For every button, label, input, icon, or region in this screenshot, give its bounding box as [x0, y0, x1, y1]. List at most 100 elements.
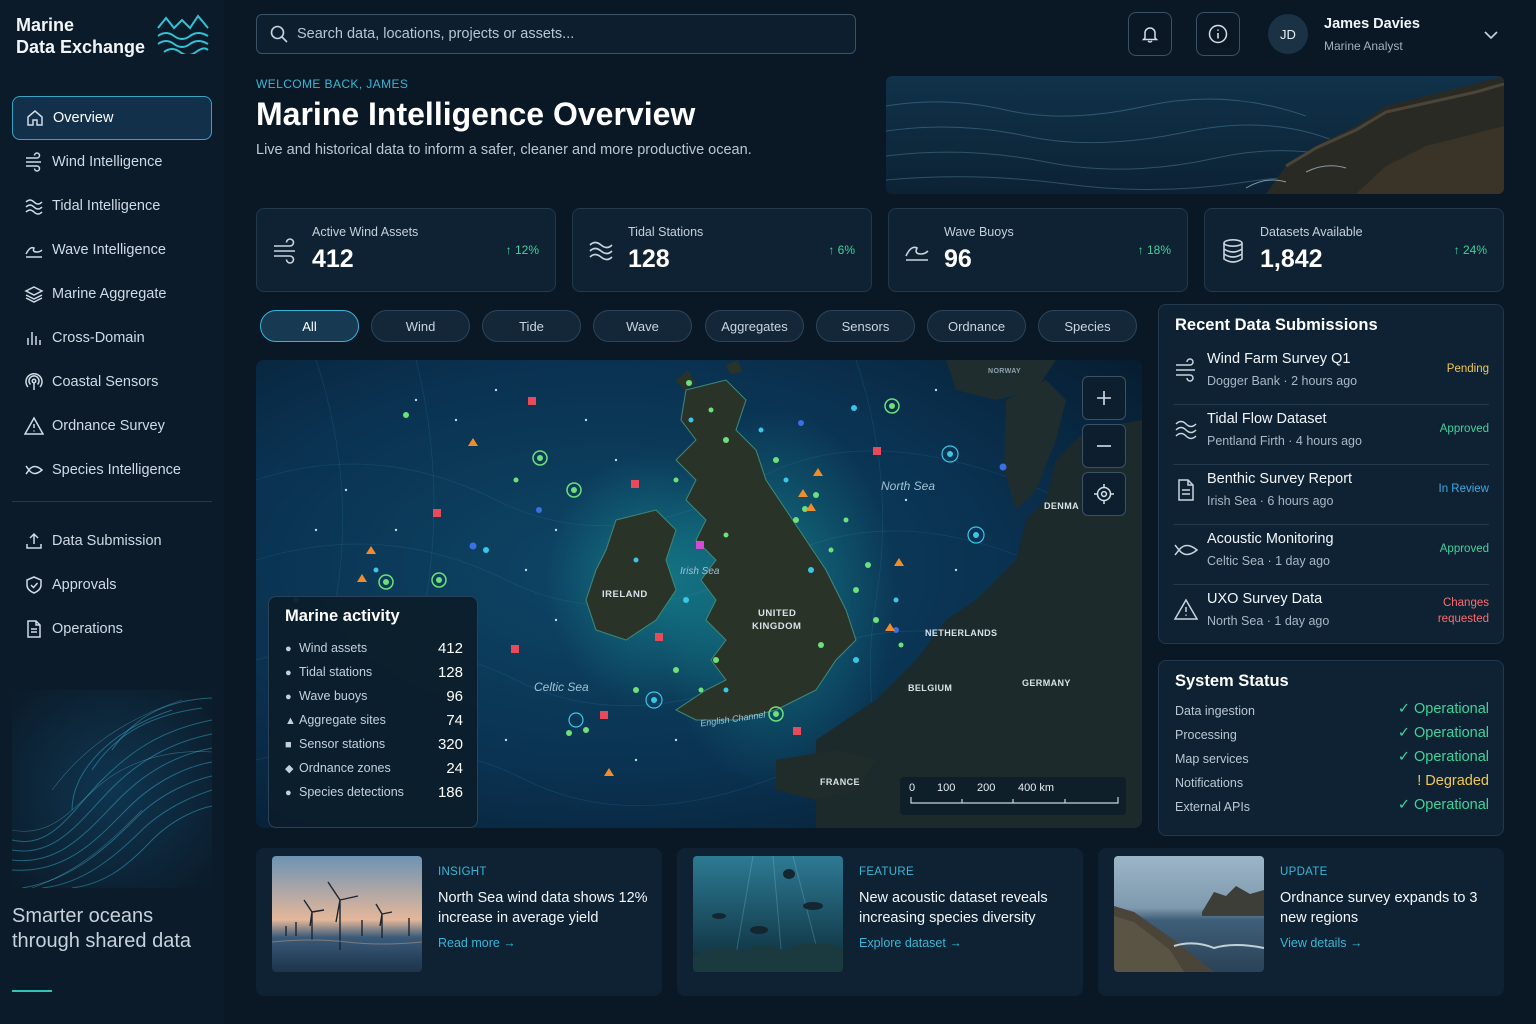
crosshair-icon	[1094, 484, 1114, 504]
marine-activity-legend: Marine activity ● Wind assets 412 ● Tidal s…	[268, 596, 478, 828]
sidebar-item-label: Wind Intelligence	[52, 154, 163, 170]
waves-icon	[24, 196, 44, 216]
shield-check-icon	[24, 575, 44, 595]
system-name: Data ingestion	[1175, 704, 1255, 718]
notifications-button[interactable]	[1128, 12, 1172, 56]
tagline-underline	[12, 990, 52, 992]
submission-name: Benthic Survey Report	[1207, 471, 1353, 487]
legend-label: Tidal stations	[299, 665, 373, 679]
legend-row-species[interactable]: ● Species detections 186	[285, 784, 463, 809]
system-name: External APIs	[1175, 800, 1251, 814]
submission-row[interactable]: Wind Farm Survey Q1 Dogger Bank · 2 hour…	[1173, 345, 1489, 405]
stat-card-wind-assets[interactable]: Active Wind Assets 412 ↑ 12%	[256, 208, 556, 292]
sidebar-item-coastal-sensors[interactable]: Coastal Sensors	[12, 360, 212, 404]
diamond-icon: ◆	[285, 763, 294, 775]
stat-label: Active Wind Assets	[312, 225, 419, 239]
zoom-out-button[interactable]	[1082, 424, 1126, 468]
stat-delta: ↑ 18%	[1137, 243, 1171, 257]
legend-row-wind[interactable]: ● Wind assets 412	[285, 640, 463, 665]
legend-row-tidal[interactable]: ● Tidal stations 128	[285, 664, 463, 689]
stat-card-tidal-stations[interactable]: Tidal Stations 128 ↑ 6%	[572, 208, 872, 292]
scale-label: 100	[937, 782, 956, 794]
locate-button[interactable]	[1082, 472, 1126, 516]
stat-card-datasets[interactable]: Datasets Available 1,842 ↑ 24%	[1204, 208, 1504, 292]
sidebar-item-marine-aggregate[interactable]: Marine Aggregate	[12, 272, 212, 316]
system-name: Processing	[1175, 728, 1237, 742]
info-button[interactable]	[1196, 12, 1240, 56]
read-more-link[interactable]: Read more →	[438, 936, 516, 950]
sidebar-item-overview[interactable]: Overview	[12, 96, 212, 140]
news-card-insight[interactable]: INSIGHT North Sea wind data shows 12% in…	[256, 848, 662, 996]
filter-chip-wind[interactable]: Wind	[371, 310, 470, 342]
sidebar-item-wave-intelligence[interactable]: Wave Intelligence	[12, 228, 212, 272]
waves-icon	[1173, 417, 1199, 448]
legend-row-ordnance[interactable]: ◆ Ordnance zones 24	[285, 760, 463, 785]
sidebar-item-label: Cross-Domain	[52, 330, 145, 346]
news-card-update[interactable]: UPDATE Ordnance survey expands to 3 new …	[1098, 848, 1504, 996]
sidebar-item-wind-intelligence[interactable]: Wind Intelligence	[12, 140, 212, 184]
legend-row-sensor[interactable]: ■ Sensor stations 320	[285, 736, 463, 761]
scale-label: 0	[909, 782, 916, 794]
news-card-feature[interactable]: FEATURE New acoustic dataset reveals inc…	[677, 848, 1083, 996]
sidebar-item-species-intelligence[interactable]: Species Intelligence	[12, 448, 212, 492]
sidebar-item-label: Approvals	[52, 577, 117, 593]
status-badge: In Review	[1438, 483, 1490, 495]
brand-logo-area[interactable]: Marine Data Exchange	[16, 14, 216, 64]
submission-row[interactable]: UXO Survey Data North Sea · 1 day ago Ch…	[1173, 585, 1489, 645]
system-status-panel: System Status Data ingestion ✓ Operationa…	[1158, 660, 1504, 836]
sidebar-item-operations[interactable]: Operations	[12, 607, 212, 651]
sidebar-item-ordnance-survey[interactable]: Ordnance Survey	[12, 404, 212, 448]
avatar[interactable]: JD	[1268, 14, 1308, 54]
home-icon	[25, 108, 45, 128]
filter-chip-ordnance[interactable]: Ordnance	[927, 310, 1026, 342]
chevron-down-icon[interactable]	[1482, 26, 1500, 44]
ocean-swirl-image	[12, 690, 212, 888]
submission-meta: Celtic Sea · 1 day ago	[1207, 554, 1330, 568]
sidebar-nav: Overview Wind Intelligence Tidal Intelli…	[12, 96, 212, 651]
news-title: New acoustic dataset reveals increasing …	[859, 890, 1048, 926]
document-icon	[1173, 477, 1199, 508]
filter-chip-aggregates[interactable]: Aggregates	[705, 310, 804, 342]
wind-markers[interactable]	[403, 380, 904, 736]
search-input[interactable]	[297, 26, 837, 42]
filter-chip-all[interactable]: All	[260, 310, 359, 342]
submission-row[interactable]: Acoustic Monitoring Celtic Sea · 1 day a…	[1173, 525, 1489, 585]
wave-buoy-markers[interactable]	[469, 420, 1007, 633]
filter-chip-tide[interactable]: Tide	[482, 310, 581, 342]
status-badge: Changes requested	[1437, 597, 1489, 625]
search-bar[interactable]	[256, 14, 856, 54]
warning-icon	[24, 416, 44, 436]
filter-chip-species[interactable]: Species	[1038, 310, 1137, 342]
bar-chart-icon	[24, 328, 44, 348]
submission-row[interactable]: Benthic Survey Report Irish Sea · 6 hour…	[1173, 465, 1489, 525]
legend-title: Marine activity	[285, 607, 400, 625]
dot-icon: ●	[285, 643, 292, 655]
zoom-in-button[interactable]	[1082, 376, 1126, 420]
sidebar-item-label: Tidal Intelligence	[52, 198, 161, 214]
sidebar-item-tidal-intelligence[interactable]: Tidal Intelligence	[12, 184, 212, 228]
sidebar-item-label: Operations	[52, 621, 123, 637]
sidebar-item-label: Ordnance Survey	[52, 418, 165, 434]
view-details-link[interactable]: View details →	[1280, 936, 1362, 950]
antenna-icon	[24, 372, 44, 392]
stat-delta: ↑ 12%	[505, 243, 539, 257]
stat-value: 128	[628, 245, 670, 273]
filter-chip-wave[interactable]: Wave	[593, 310, 692, 342]
database-icon	[1219, 237, 1247, 270]
sidebar-item-cross-domain[interactable]: Cross-Domain	[12, 316, 212, 360]
system-name: Map services	[1175, 752, 1249, 766]
sidebar-item-data-submission[interactable]: Data Submission	[12, 519, 212, 563]
explore-dataset-link[interactable]: Explore dataset →	[859, 936, 962, 950]
filter-chip-sensors[interactable]: Sensors	[816, 310, 915, 342]
wave-icon	[24, 240, 44, 260]
sensor-markers[interactable]	[433, 397, 881, 735]
sidebar-item-approvals[interactable]: Approvals	[12, 563, 212, 607]
legend-row-aggregate[interactable]: ▲ Aggregate sites 74	[285, 712, 463, 737]
legend-value: 128	[437, 664, 463, 681]
submission-row[interactable]: Tidal Flow Dataset Pentland Firth · 4 ho…	[1173, 405, 1489, 465]
ordnance-markers[interactable]	[696, 541, 704, 549]
stat-card-wave-buoys[interactable]: Wave Buoys 96 ↑ 18%	[888, 208, 1188, 292]
legend-row-wave[interactable]: ● Wave buoys 96	[285, 688, 463, 713]
underwater-fish-image	[693, 856, 843, 972]
system-status: ✓ Operational	[1397, 797, 1489, 813]
